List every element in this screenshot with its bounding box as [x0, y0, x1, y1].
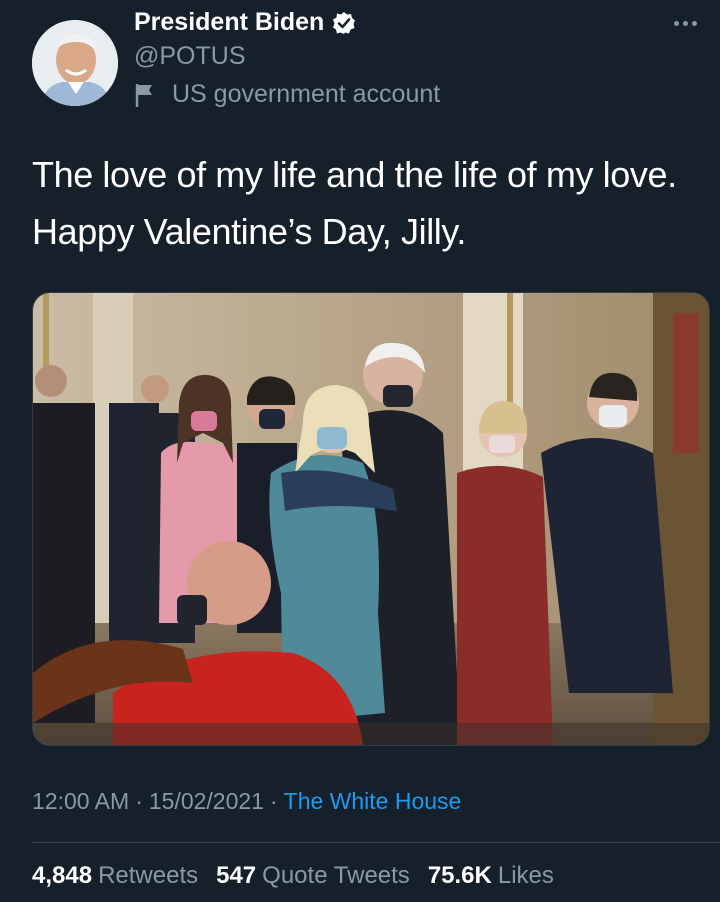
author-name-row[interactable]: President Biden [134, 8, 356, 37]
likes-label: Likes [497, 862, 554, 889]
likes-count: 75.6K [427, 862, 492, 889]
government-account-text: US government account [172, 80, 441, 108]
photo-image [33, 293, 709, 745]
verified-badge-icon [332, 11, 356, 35]
avatar-image [32, 20, 118, 106]
more-dot [673, 20, 679, 26]
quote-tweets-count: 547 [216, 862, 257, 889]
more-options-button[interactable] [668, 8, 702, 38]
meta-separator: · [135, 788, 143, 814]
likes-stat[interactable]: 75.6K Likes [428, 862, 554, 890]
tweet-stats: 4,848 Retweets 547 Quote Tweets 75.6K Likes [32, 862, 572, 890]
tweet-photo[interactable] [32, 292, 710, 746]
profile-avatar[interactable] [32, 20, 118, 106]
quote-tweets-stat[interactable]: 547 Quote Tweets [216, 862, 410, 890]
tweet-meta: 12:00 AM · 15/02/2021 · The White House [32, 788, 461, 815]
tweet-text-line: The love of my life and the life of my l… [32, 154, 677, 195]
retweets-stat[interactable]: 4,848 Retweets [32, 862, 198, 890]
author-display-name[interactable]: President Biden [134, 8, 324, 37]
retweets-count: 4,848 [32, 862, 93, 889]
tweet-text: The love of my life and the life of my l… [32, 146, 702, 260]
tweet-text-line: Happy Valentine’s Day, Jilly. [32, 211, 466, 252]
divider [32, 842, 720, 843]
more-dot [682, 20, 688, 26]
author-handle[interactable]: @POTUS [134, 42, 246, 71]
flag-icon [134, 82, 158, 108]
tweet-date[interactable]: 15/02/2021 [149, 788, 264, 814]
quote-tweets-label: Quote Tweets [262, 862, 410, 889]
tweet-time[interactable]: 12:00 AM [32, 788, 129, 814]
tweet-source-link[interactable]: The White House [284, 788, 462, 814]
more-dot [691, 20, 697, 26]
retweets-label: Retweets [98, 862, 199, 889]
government-account-label[interactable]: US government account [134, 80, 440, 109]
meta-separator: · [269, 788, 278, 814]
